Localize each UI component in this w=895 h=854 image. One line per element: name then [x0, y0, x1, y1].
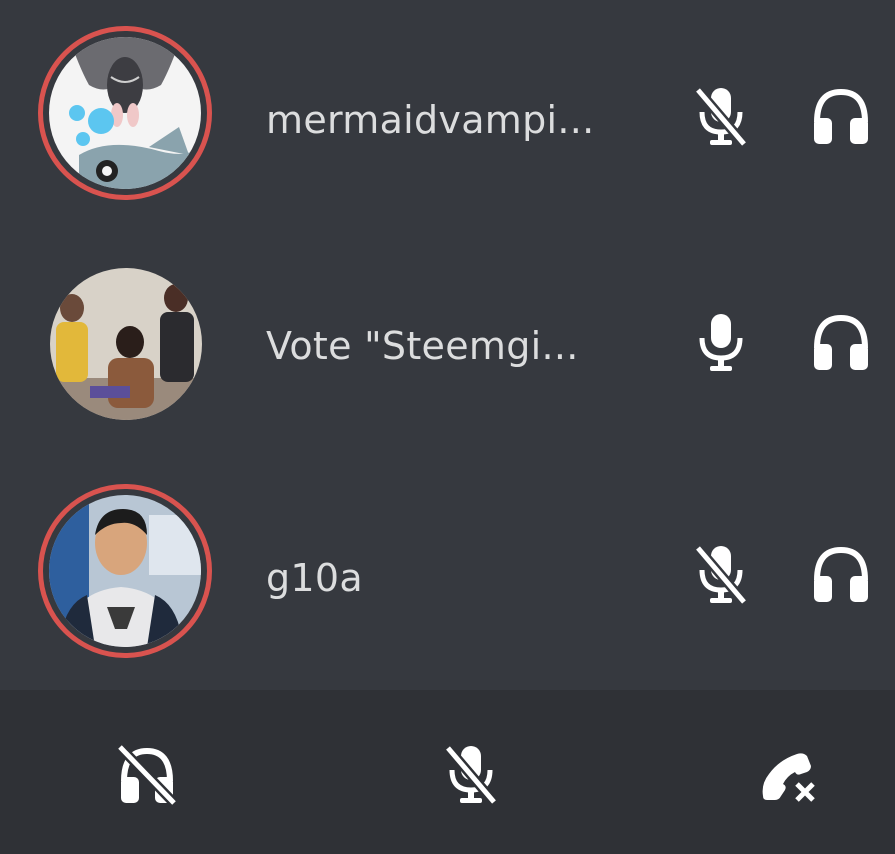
group-photo-avatar: [50, 268, 202, 420]
participant-name: g10a: [266, 556, 363, 600]
avatar[interactable]: [38, 26, 212, 200]
bat-and-fish-cartoon-avatar: [49, 37, 201, 189]
participant-row[interactable]: mermaidvampi...: [0, 26, 895, 216]
participant-row[interactable]: Vote "Steemgi...: [0, 252, 895, 442]
headset-icon[interactable]: [806, 308, 876, 378]
headset-icon[interactable]: [806, 540, 876, 610]
mic-muted-icon[interactable]: [686, 82, 756, 152]
participant-list: mermaidvampi... Vote "Steemgi... g10a: [0, 0, 895, 690]
mic-muted-icon[interactable]: [436, 740, 506, 810]
phone-hangup-icon[interactable]: [754, 740, 824, 810]
mic-icon[interactable]: [686, 308, 756, 378]
participant-name: mermaidvampi...: [266, 98, 595, 142]
avatar[interactable]: [38, 484, 212, 658]
participant-name: Vote "Steemgi...: [266, 324, 579, 368]
voice-channel-screen: mermaidvampi... Vote "Steemgi... g10a: [0, 0, 895, 854]
selfie-photo-avatar: [49, 495, 201, 647]
headset-icon[interactable]: [806, 82, 876, 152]
participant-row[interactable]: g10a: [0, 484, 895, 674]
headset-deafened-icon[interactable]: [112, 740, 182, 810]
mic-muted-icon[interactable]: [686, 540, 756, 610]
avatar[interactable]: [38, 252, 212, 426]
voice-control-bar: [0, 690, 895, 854]
